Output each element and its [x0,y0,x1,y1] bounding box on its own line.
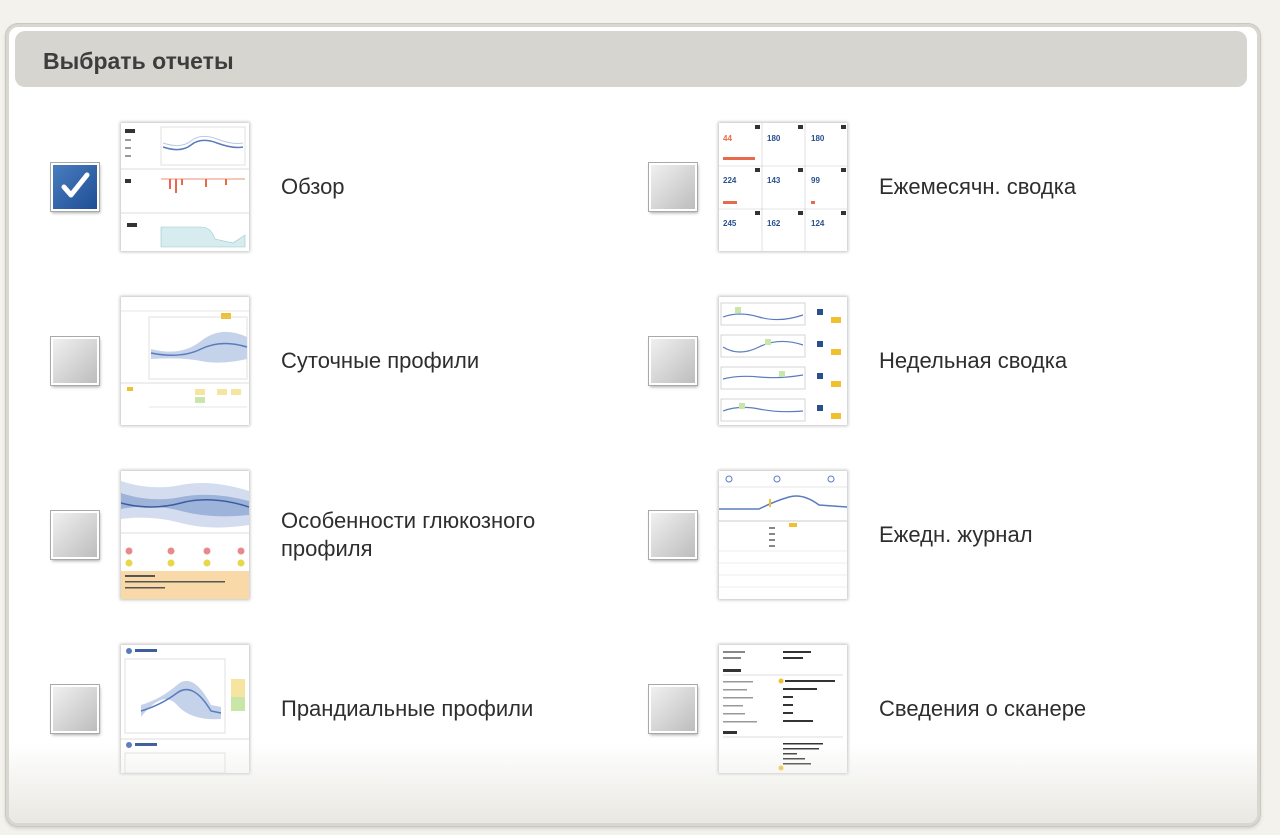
checkbox-monthly-summary[interactable] [649,163,697,211]
svg-text:180: 180 [767,134,781,143]
overview-thumbnail [121,123,249,251]
svg-text:143: 143 [767,176,781,185]
report-item-glucose-patterns[interactable]: Особенности глюкозного профиля [51,471,611,601]
daily-log-thumbnail [719,471,847,599]
report-item-daily-log[interactable]: Ежедн. журнал [649,471,1209,601]
report-label-overview: Обзор [281,174,345,199]
checkbox-reader-settings[interactable] [649,685,697,733]
panel-header: Выбрать отчеты [15,31,1247,87]
checkbox-meal-patterns[interactable] [51,685,99,733]
checkbox-overview[interactable] [51,163,99,211]
report-item-overview[interactable]: Обзор [51,123,611,253]
svg-text:180: 180 [811,134,825,143]
daily-profiles-thumbnail [121,297,249,425]
select-reports-panel: Выбрать отчеты Обзор 44 180 180 224 143 … [6,24,1260,826]
checkmark-icon [61,172,90,198]
report-label-weekly-summary: Недельная сводка [879,348,1068,373]
monthly-summary-thumbnail: 44 180 180 224 143 99 245 162 124 [719,123,847,251]
report-label-glucose-patterns: Особенности глюкозного профиля [281,508,536,561]
checkbox-weekly-summary[interactable] [649,337,697,385]
svg-text:44: 44 [723,134,732,143]
report-label-monthly-summary: Ежемесячн. сводка [879,174,1077,199]
report-item-monthly-summary[interactable]: 44 180 180 224 143 99 245 162 124 Ежемес… [649,123,1209,253]
report-label-daily-log: Ежедн. журнал [879,522,1033,547]
checkbox-daily-profiles[interactable] [51,337,99,385]
checkbox-glucose-patterns[interactable] [51,511,99,559]
weekly-summary-thumbnail [719,297,847,425]
svg-text:224: 224 [723,176,737,185]
svg-text:124: 124 [811,219,825,228]
glucose-patterns-thumbnail [121,471,249,599]
svg-text:162: 162 [767,219,781,228]
report-label-daily-profiles: Суточные профили [281,348,480,373]
svg-text:245: 245 [723,219,737,228]
svg-text:99: 99 [811,176,820,185]
checkbox-daily-log[interactable] [649,511,697,559]
report-item-weekly-summary[interactable]: Недельная сводка [649,297,1209,427]
report-item-daily-profiles[interactable]: Суточные профили [51,297,611,427]
panel-footer-fade [9,743,1257,823]
panel-title: Выбрать отчеты [43,48,234,74]
